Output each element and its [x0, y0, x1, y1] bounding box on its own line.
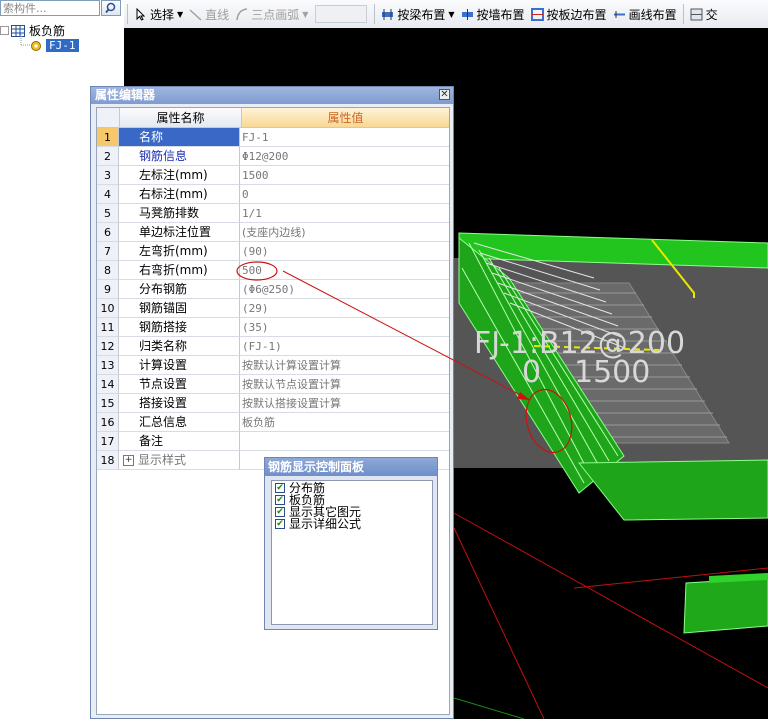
display-option-checkbox[interactable]: ✔ 显示详细公式 — [272, 518, 432, 530]
checkbox-icon[interactable]: ✔ — [275, 519, 285, 529]
checkbox-icon[interactable]: ✔ — [275, 507, 285, 517]
rebar-display-control-panel: 钢筋显示控制面板 ✔ 分布筋 ✔ 板负筋 ✔ 显示其它图元 ✔ 显示详细公式 — [264, 457, 438, 630]
checkbox-label: 显示详细公式 — [289, 517, 362, 531]
callout-line — [282, 270, 531, 401]
control-panel-title[interactable]: 钢筋显示控制面板 — [265, 458, 437, 476]
checkbox-icon[interactable]: ✔ — [275, 483, 285, 493]
checkbox-icon[interactable]: ✔ — [275, 495, 285, 505]
control-panel-list: ✔ 分布筋 ✔ 板负筋 ✔ 显示其它图元 ✔ 显示详细公式 — [271, 480, 433, 625]
callout-arrowhead — [517, 392, 530, 400]
value-callout-circle — [236, 261, 278, 281]
